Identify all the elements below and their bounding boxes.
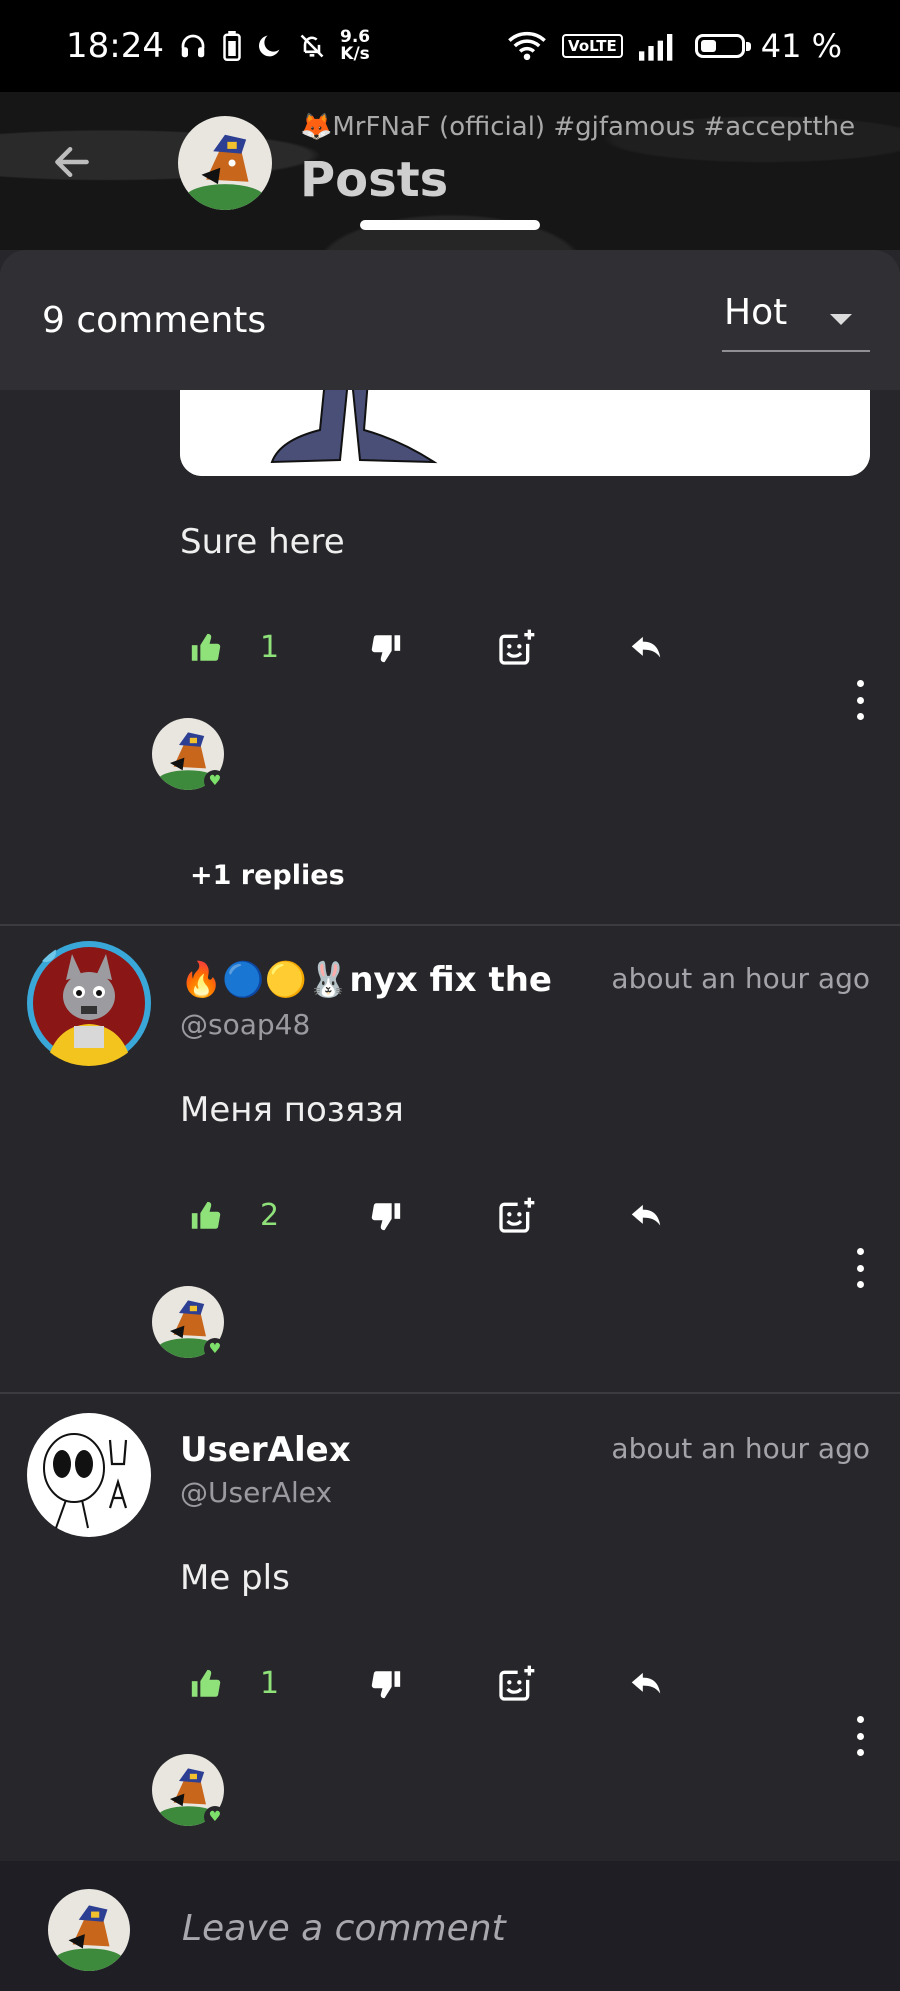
heart-icon: ♥ bbox=[204, 770, 226, 792]
thumbs-up-icon bbox=[191, 633, 221, 661]
arrow-left-icon bbox=[55, 146, 89, 178]
comment-text: Меня позязя bbox=[180, 1090, 404, 1130]
more-options-button[interactable] bbox=[850, 1716, 870, 1756]
sort-value: Hot bbox=[724, 292, 788, 333]
signal-icon bbox=[638, 31, 679, 61]
thumbs-down-icon bbox=[371, 1203, 401, 1231]
post-header: 🦊MrFNaF (official) #gjfamous #acceptthe … bbox=[0, 92, 900, 250]
more-options-button[interactable] bbox=[850, 680, 870, 720]
bell-off-icon bbox=[298, 32, 326, 60]
thumbs-up-icon bbox=[191, 1201, 221, 1229]
heart-icon: ♥ bbox=[204, 1338, 226, 1360]
comment-actions: 1 bbox=[180, 622, 680, 682]
thumbs-up-icon bbox=[191, 1669, 221, 1697]
like-button[interactable] bbox=[180, 622, 232, 674]
back-button[interactable] bbox=[44, 134, 100, 190]
like-button[interactable] bbox=[180, 1190, 232, 1242]
comment-actions: 2 bbox=[180, 1190, 680, 1250]
like-count: 1 bbox=[260, 1666, 280, 1701]
comment-timestamp: about an hour ago bbox=[611, 962, 870, 995]
author-avatar[interactable] bbox=[26, 1412, 152, 1538]
reaction-avatar[interactable]: ♥ bbox=[152, 1754, 228, 1830]
reaction-avatar[interactable]: ♥ bbox=[152, 718, 228, 794]
like-button[interactable] bbox=[180, 1658, 232, 1710]
comments-list: Sure here 1 ♥ +1 replies 🔥🔵🟡🐰nyx fix the… bbox=[0, 390, 900, 1860]
status-bar-right: VoLTE 41 % bbox=[508, 27, 842, 65]
community-name: 🦊MrFNaF (official) #gjfamous #acceptthe bbox=[300, 112, 856, 142]
network-speed: 9.6 K/s bbox=[340, 29, 370, 63]
status-bar-left: 18:24 9.6 K/s bbox=[66, 26, 370, 66]
emoji-add-icon bbox=[499, 1665, 535, 1701]
thumbs-down-icon bbox=[371, 635, 401, 663]
emoji-add-icon bbox=[499, 1197, 535, 1233]
battery-icon bbox=[694, 34, 751, 58]
comment-actions: 1 bbox=[180, 1658, 680, 1718]
more-options-button[interactable] bbox=[850, 1248, 870, 1288]
sort-dropdown[interactable]: Hot bbox=[722, 292, 870, 352]
comments-sheet-header: 9 comments Hot bbox=[0, 250, 900, 390]
author-name[interactable]: UserAlex bbox=[180, 1430, 351, 1470]
thumbs-down-icon bbox=[371, 1671, 401, 1699]
battery-fill bbox=[700, 40, 717, 52]
dislike-button[interactable] bbox=[360, 1190, 412, 1242]
like-count: 2 bbox=[260, 1198, 280, 1233]
reaction-avatar[interactable]: ♥ bbox=[152, 1286, 228, 1362]
comment-composer bbox=[0, 1861, 900, 1991]
reply-button[interactable] bbox=[620, 1658, 672, 1710]
moon-icon bbox=[256, 32, 284, 60]
emoji-add-icon bbox=[499, 629, 535, 665]
battery-saver-icon bbox=[222, 31, 242, 61]
current-user-avatar[interactable] bbox=[48, 1889, 130, 1971]
dislike-button[interactable] bbox=[360, 622, 412, 674]
author-handle[interactable]: @soap48 bbox=[180, 1008, 310, 1041]
comment-text: Sure here bbox=[180, 522, 345, 562]
author-handle[interactable]: @UserAlex bbox=[180, 1476, 332, 1509]
heart-icon: ♥ bbox=[204, 1806, 226, 1828]
reply-icon bbox=[631, 1672, 661, 1694]
like-count: 1 bbox=[260, 630, 280, 665]
comment-text: Me pls bbox=[180, 1558, 290, 1598]
reply-button[interactable] bbox=[620, 1190, 672, 1242]
caret-down-icon bbox=[830, 314, 852, 325]
comment-image[interactable] bbox=[180, 390, 870, 476]
reply-button[interactable] bbox=[620, 622, 672, 674]
community-avatar[interactable] bbox=[178, 116, 272, 210]
divider bbox=[0, 924, 900, 926]
author-name[interactable]: 🔥🔵🟡🐰nyx fix the bbox=[180, 960, 552, 1000]
add-reaction-button[interactable] bbox=[490, 1190, 542, 1242]
divider bbox=[0, 1392, 900, 1394]
view-replies-link[interactable]: +1 replies bbox=[190, 860, 345, 891]
name-truncation bbox=[572, 962, 586, 994]
wifi-icon bbox=[508, 31, 546, 61]
comment-count: 9 comments bbox=[42, 300, 267, 341]
headphones-icon bbox=[178, 31, 208, 61]
dislike-button[interactable] bbox=[360, 1658, 412, 1710]
author-avatar[interactable] bbox=[26, 940, 152, 1066]
network-speed-unit: K/s bbox=[340, 44, 370, 64]
page-title: Posts bbox=[300, 152, 449, 208]
battery-percent: 41 % bbox=[760, 27, 842, 65]
comment-input[interactable] bbox=[180, 1895, 864, 1961]
add-reaction-button[interactable] bbox=[490, 1658, 542, 1710]
clock: 18:24 bbox=[66, 26, 164, 66]
volte-icon: VoLTE bbox=[562, 34, 623, 58]
reply-icon bbox=[631, 636, 661, 658]
comment-timestamp: about an hour ago bbox=[611, 1432, 870, 1465]
sheet-drag-handle[interactable] bbox=[360, 220, 540, 230]
add-reaction-button[interactable] bbox=[490, 622, 542, 674]
reply-icon bbox=[631, 1204, 661, 1226]
status-bar: 18:24 9.6 K/s VoLTE 41 % bbox=[0, 0, 900, 92]
